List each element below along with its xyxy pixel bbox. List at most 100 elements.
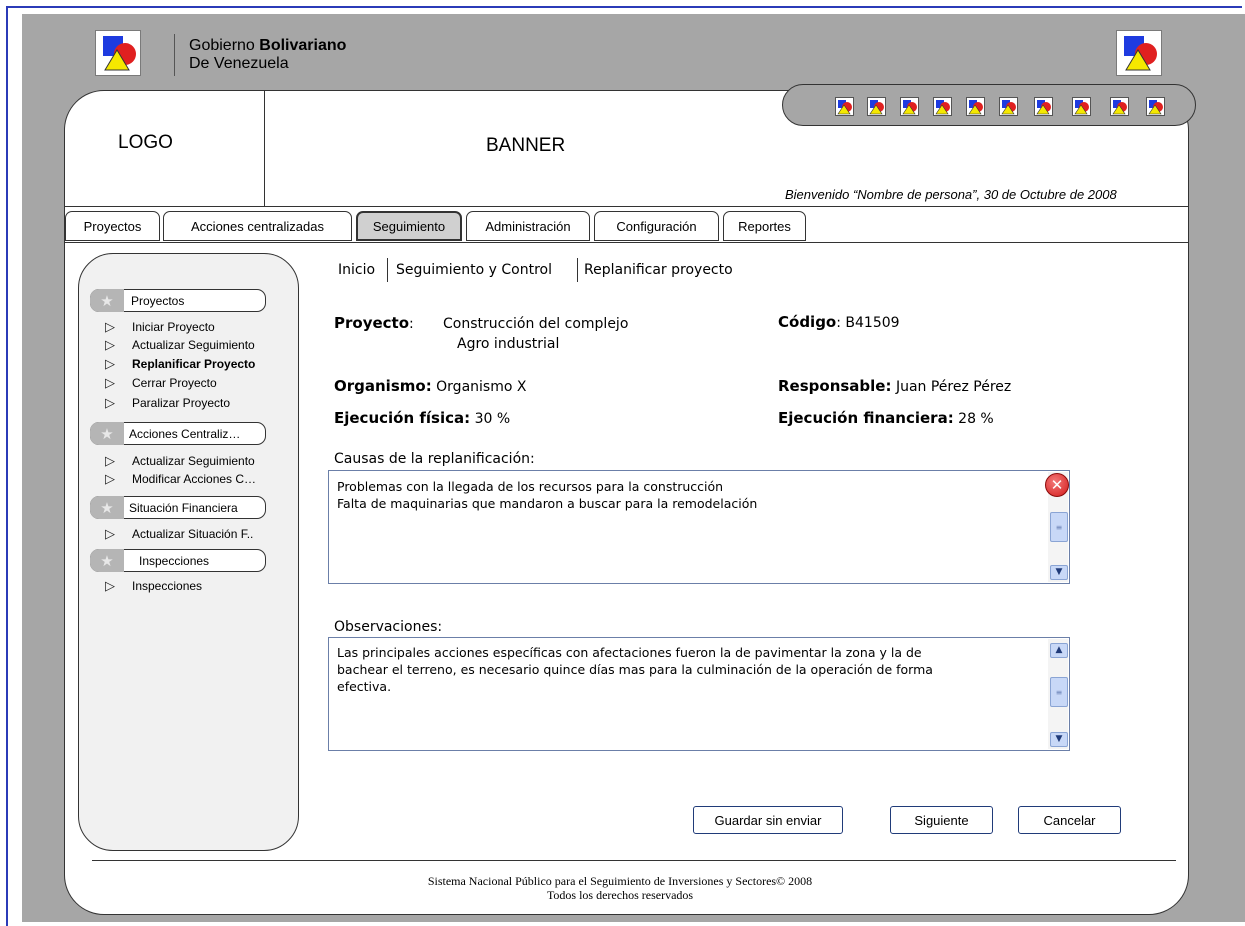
sidebar-item-cerrar-proyecto[interactable]: ▷ Cerrar Proyecto: [105, 375, 217, 391]
toolbar-shortcut-icon[interactable]: [966, 97, 985, 116]
scroll-down-icon[interactable]: ▼: [1050, 565, 1068, 580]
tab-proyectos[interactable]: Proyectos: [65, 211, 160, 241]
ejecucion-financiera-value: 28 %: [958, 411, 994, 427]
sidebar-section-label: Acciones Centraliz…: [129, 426, 241, 441]
toolbar-shortcut-icon[interactable]: [1072, 97, 1091, 116]
footer-line1: Sistema Nacional Público para el Seguimi…: [427, 874, 813, 888]
organismo-value: Organismo X: [436, 379, 527, 395]
toolbar-shortcut-icon[interactable]: [835, 97, 854, 116]
observaciones-textarea[interactable]: Las principales acciones específicas con…: [328, 637, 1070, 751]
star-icon: ★: [90, 496, 124, 519]
responsable-field: Responsable: Juan Pérez Pérez: [778, 377, 1012, 395]
tab-seguimiento[interactable]: Seguimiento: [356, 211, 462, 241]
tab-reportes[interactable]: Reportes: [723, 211, 806, 241]
cancel-button[interactable]: Cancelar: [1018, 806, 1121, 834]
sidebar-item-modificar-acciones[interactable]: ▷ Modificar Acciones C…: [105, 471, 256, 487]
sidebar-item-label: Actualizar Seguimiento: [132, 454, 255, 468]
breadcrumb-separator: [387, 258, 388, 282]
government-name: Gobierno Bolivariano De Venezuela: [189, 37, 346, 73]
toolbar-shortcut-icon[interactable]: [1110, 97, 1129, 116]
banner-placeholder: BANNER: [486, 135, 566, 156]
welcome-message: Bienvenido “Nombre de persona”, 30 de Oc…: [785, 187, 1117, 202]
sidebar-item-label: Inspecciones: [132, 579, 203, 593]
triangle-bullet-icon: ▷: [105, 375, 115, 390]
close-icon[interactable]: ✕: [1045, 473, 1069, 497]
ejecucion-fisica-field: Ejecución física: 30 %: [334, 409, 511, 427]
causas-line1: Problemas con la llegada de los recursos…: [337, 479, 724, 494]
tab-administracion[interactable]: Administración: [466, 211, 590, 241]
toolbar-shortcut-icon[interactable]: [1146, 97, 1165, 116]
sidebar-item-iniciar-proyecto[interactable]: ▷ Iniciar Proyecto: [105, 319, 215, 335]
header-separator: [174, 34, 175, 76]
breadcrumb-separator: [577, 258, 578, 282]
ejecucion-financiera-field: Ejecución financiera: 28 %: [778, 409, 994, 427]
triangle-bullet-icon: ▷: [105, 471, 115, 486]
sidebar-item-paralizar-proyecto[interactable]: ▷ Paralizar Proyecto: [105, 395, 230, 411]
observaciones-line2: bachear el terreno, es necesario quince …: [337, 662, 933, 677]
sidebar-section-label: Inspecciones: [139, 553, 210, 568]
triangle-bullet-icon: ▷: [105, 356, 115, 371]
proyecto-value-line2: Agro industrial: [457, 336, 560, 352]
footer: Sistema Nacional Público para el Seguimi…: [300, 874, 940, 902]
sidebar-item-label: Modificar Acciones C…: [132, 472, 257, 486]
logo-placeholder: LOGO: [118, 132, 173, 153]
proyecto-value-line1: Construcción del complejo: [443, 316, 629, 332]
tab-configuracion[interactable]: Configuración: [594, 211, 719, 241]
scroll-thumb[interactable]: ≡: [1050, 677, 1068, 707]
causas-line2: Falta de maquinarias que mandaron a busc…: [337, 496, 758, 511]
triangle-bullet-icon: ▷: [105, 395, 115, 410]
proyecto-label: Proyecto:: [334, 314, 414, 332]
triangle-bullet-icon: ▷: [105, 319, 115, 334]
toolbar-shortcut-icon[interactable]: [999, 97, 1018, 116]
quick-icons-toolbar: [782, 84, 1196, 126]
sidebar-item-label: Actualizar Seguimiento: [132, 338, 255, 352]
star-icon: ★: [90, 289, 124, 312]
sidebar-item-replanificar-proyecto[interactable]: ▷ Replanificar Proyecto: [105, 356, 255, 372]
gov-line2: De Venezuela: [189, 55, 289, 72]
triangle-bullet-icon: ▷: [105, 337, 115, 352]
sidebar-item-actualizar-situacion[interactable]: ▷ Actualizar Situación F..: [105, 526, 253, 542]
sidebar-section-situacion-financiera[interactable]: ★ Situación Financiera: [90, 496, 266, 519]
save-draft-button[interactable]: Guardar sin enviar: [693, 806, 843, 834]
toolbar-shortcut-icon[interactable]: [933, 97, 952, 116]
sidebar-section-acciones[interactable]: ★ Acciones Centraliz…: [90, 422, 266, 445]
footer-divider: [92, 860, 1176, 861]
next-button[interactable]: Siguiente: [890, 806, 993, 834]
observaciones-scrollbar[interactable]: ▲ ≡ ▼: [1048, 639, 1068, 749]
sidebar-section-label: Situación Financiera: [129, 500, 238, 515]
gov-line1-bold: Bolivariano: [259, 37, 347, 54]
scroll-thumb[interactable]: ≡: [1050, 512, 1068, 542]
responsable-value: Juan Pérez Pérez: [895, 379, 1012, 395]
banner-divider: [64, 206, 1189, 207]
toolbar-shortcut-icon[interactable]: [900, 97, 919, 116]
breadcrumb-replanificar: Replanificar proyecto: [584, 262, 733, 278]
sidebar-section-inspecciones[interactable]: ★ Inspecciones: [90, 549, 266, 572]
scroll-up-icon[interactable]: ▲: [1050, 643, 1068, 658]
causas-textarea[interactable]: Problemas con la llegada de los recursos…: [328, 470, 1070, 584]
sidebar-item-actualizar-seguimiento-acciones[interactable]: ▷ Actualizar Seguimiento: [105, 453, 255, 469]
sidebar-section-proyectos[interactable]: ★ Proyectos: [90, 289, 266, 312]
toolbar-shortcut-icon[interactable]: [1034, 97, 1053, 116]
sidebar-item-inspecciones[interactable]: ▷ Inspecciones: [105, 578, 202, 594]
scroll-down-icon[interactable]: ▼: [1050, 732, 1068, 747]
triangle-bullet-icon: ▷: [105, 526, 115, 541]
toolbar-shortcut-icon[interactable]: [867, 97, 886, 116]
footer-line2: Todos los derechos reservados: [546, 888, 694, 902]
star-icon: ★: [90, 422, 124, 445]
star-icon: ★: [90, 549, 124, 572]
breadcrumb-seguimiento[interactable]: Seguimiento y Control: [396, 262, 552, 278]
codigo-field: Código: B41509: [778, 313, 900, 331]
sidebar-item-label: Cerrar Proyecto: [132, 376, 217, 390]
tabs-baseline: [64, 242, 1189, 243]
gov-line1-prefix: Gobierno: [189, 37, 260, 54]
shapes-icon: [1116, 30, 1162, 76]
sidebar-item-actualizar-seguimiento[interactable]: ▷ Actualizar Seguimiento: [105, 337, 255, 353]
sidebar-section-label: Proyectos: [131, 293, 185, 308]
triangle-bullet-icon: ▷: [105, 453, 115, 468]
triangle-bullet-icon: ▷: [105, 578, 115, 593]
ejecucion-fisica-value: 30 %: [474, 411, 511, 427]
breadcrumb-inicio[interactable]: Inicio: [338, 262, 375, 278]
tab-acciones-centralizadas[interactable]: Acciones centralizadas: [163, 211, 352, 241]
sidebar-item-label: Iniciar Proyecto: [132, 320, 215, 334]
organismo-field: Organismo: Organismo X: [334, 377, 527, 395]
